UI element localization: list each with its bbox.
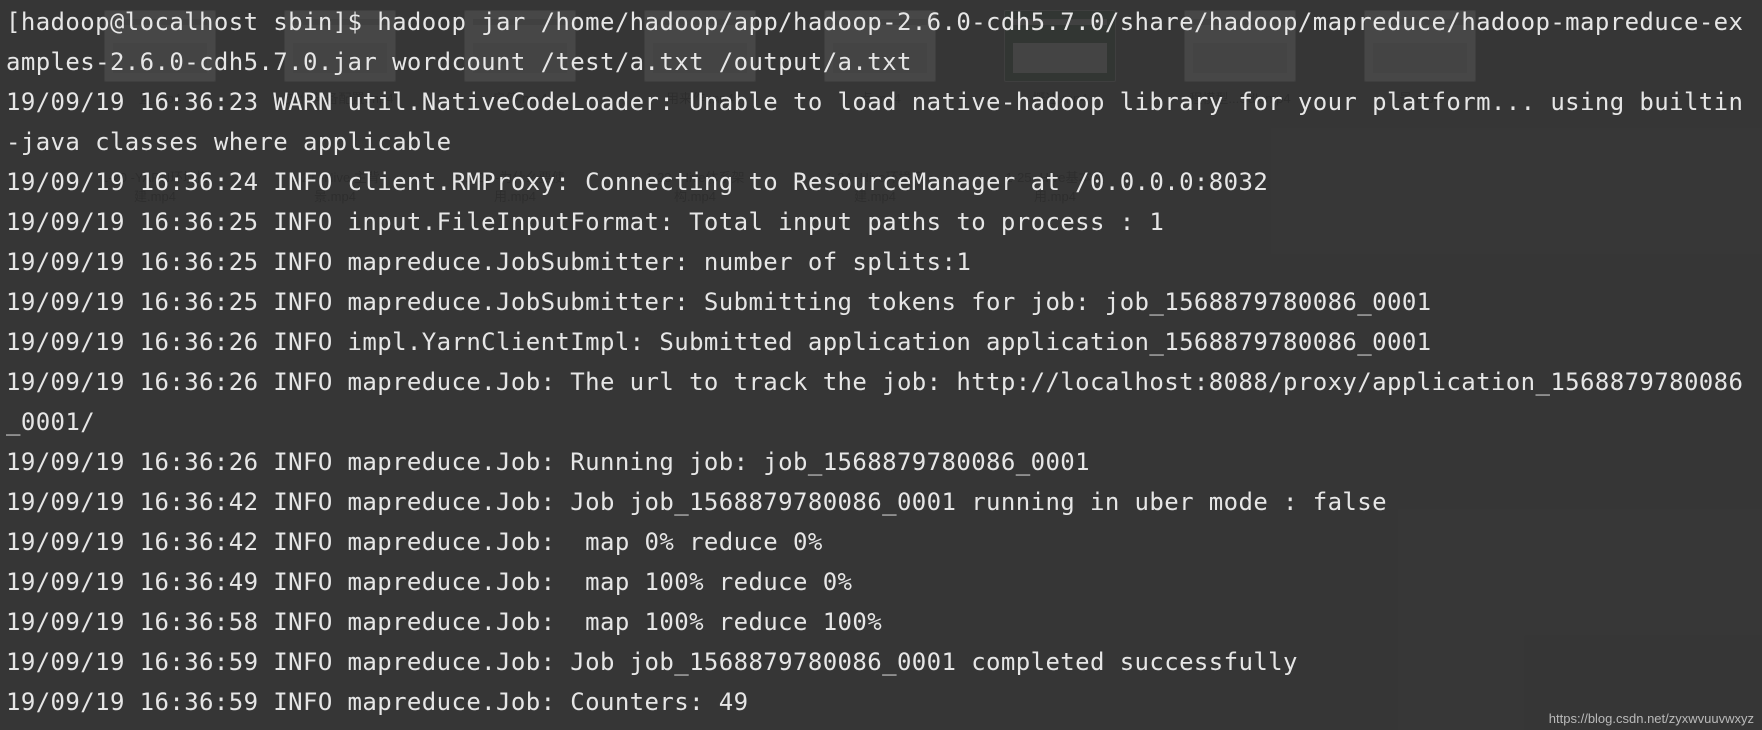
log-line: 19/09/19 16:36:42 INFO mapreduce.Job: Jo… xyxy=(6,488,1387,516)
log-line: 19/09/19 16:36:59 INFO mapreduce.Job: Co… xyxy=(6,688,748,716)
log-line: 19/09/19 16:36:23 WARN util.NativeCodeLo… xyxy=(6,88,1743,156)
log-line: 19/09/19 16:36:26 INFO mapreduce.Job: Th… xyxy=(6,368,1743,436)
log-line: 19/09/19 16:36:25 INFO input.FileInputFo… xyxy=(6,208,1164,236)
log-line: 19/09/19 16:36:42 INFO mapreduce.Job: ma… xyxy=(6,528,823,556)
terminal-window[interactable]: [hadoop@localhost sbin]$ hadoop jar /hom… xyxy=(0,0,1762,730)
log-line: 19/09/19 16:36:49 INFO mapreduce.Job: ma… xyxy=(6,568,852,596)
watermark: https://blog.csdn.net/zyxwvuuvwxyz xyxy=(1549,711,1754,726)
log-line: 19/09/19 16:36:25 INFO mapreduce.JobSubm… xyxy=(6,248,971,276)
log-line: 19/09/19 16:36:59 INFO mapreduce.Job: Jo… xyxy=(6,648,1298,676)
log-line: 19/09/19 16:36:58 INFO mapreduce.Job: ma… xyxy=(6,608,882,636)
log-line: 19/09/19 16:36:24 INFO client.RMProxy: C… xyxy=(6,168,1268,196)
shell-prompt: [hadoop@localhost sbin]$ xyxy=(6,8,377,36)
log-line: 19/09/19 16:36:26 INFO impl.YarnClientIm… xyxy=(6,328,1432,356)
log-line: 19/09/19 16:36:26 INFO mapreduce.Job: Ru… xyxy=(6,448,1090,476)
log-line: 19/09/19 16:36:25 INFO mapreduce.JobSubm… xyxy=(6,288,1432,316)
